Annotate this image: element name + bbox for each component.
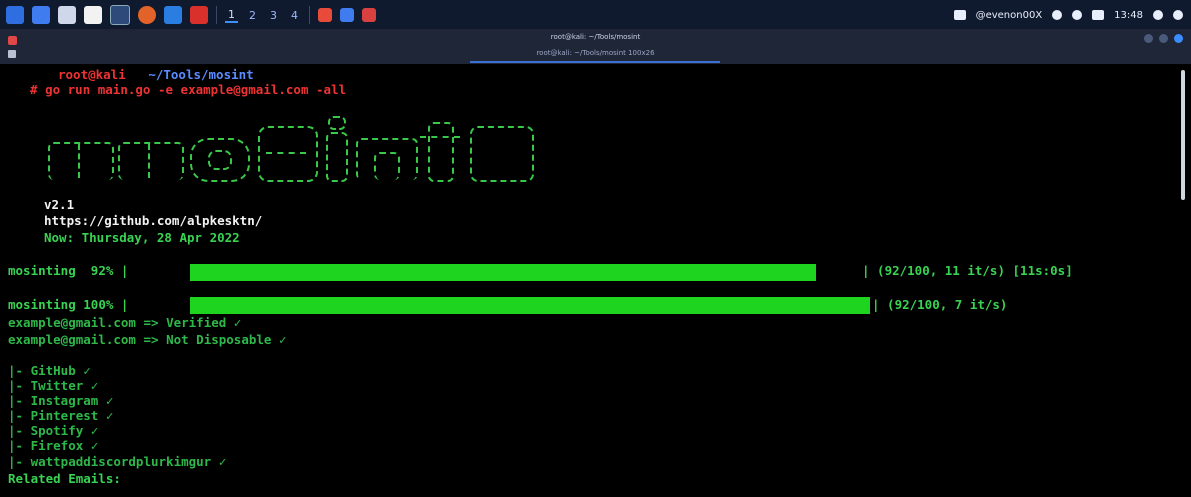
active-tab-indicator: [470, 61, 720, 63]
service-github: |- GitHub ✓: [8, 363, 91, 378]
files-launcher-icon[interactable]: [58, 6, 76, 24]
email-check-address: example@gmail.com: [8, 332, 136, 347]
battery-icon[interactable]: [1092, 10, 1105, 20]
minimize-button[interactable]: [1144, 34, 1153, 43]
prompt-user: root@kali: [58, 67, 126, 82]
service-firefox: |- Firefox ✓: [8, 438, 99, 453]
related-emails-heading: Related Emails:: [8, 471, 121, 486]
taskbar-launchers: 1 2 3 4: [6, 5, 376, 25]
top-taskbar: 1 2 3 4 @evenon00X 13:48: [0, 0, 1191, 30]
app-launcher-icon[interactable]: [110, 5, 130, 25]
date-text: Now: Thursday, 28 Apr 2022: [44, 230, 240, 245]
vscode-launcher-icon[interactable]: [164, 6, 182, 24]
red-app-launcher-icon[interactable]: [190, 6, 208, 24]
system-tray: @evenon00X 13:48: [953, 5, 1183, 25]
email-check-verified: example@gmail.com => Verified ✓: [8, 316, 241, 330]
logo-i: [326, 132, 348, 182]
github-link[interactable]: https://github.com/alpkesktn/: [44, 214, 262, 228]
email-arg: example@gmail.com: [180, 82, 309, 97]
document-launcher-icon[interactable]: [84, 6, 102, 24]
progress-1-percent: 92%: [90, 263, 114, 278]
progress-1-label: mosinting 92% |: [8, 263, 129, 278]
email-check-arrow: =>: [143, 315, 159, 330]
progress-2-name: mosinting: [8, 297, 76, 312]
volume-icon[interactable]: [1052, 10, 1063, 20]
terminal-launcher-icon[interactable]: [32, 6, 50, 24]
progress-2-stats: | (92/100, 7 it/s): [872, 297, 1008, 312]
logo-m-stem: [78, 144, 80, 178]
progress-2-percent: 100%: [83, 297, 114, 312]
email-check-status: Verified ✓: [166, 315, 242, 330]
running-terminal-icon[interactable]: [340, 8, 354, 22]
flag-all: -all: [316, 82, 347, 97]
logo-s: [258, 126, 318, 182]
workspace-1[interactable]: 1: [225, 8, 238, 23]
logo-m: [48, 142, 114, 180]
progress-2-label: mosinting 100% |: [8, 297, 129, 312]
firefox-launcher-icon[interactable]: [138, 6, 156, 24]
prompt-symbol: #: [30, 82, 38, 97]
display-icon[interactable]: [953, 10, 966, 20]
window-title: root@kali: ~/Tools/mosint: [550, 33, 641, 41]
maximize-button[interactable]: [1159, 34, 1168, 43]
window-controls: [1144, 34, 1183, 43]
running-app-icon-2[interactable]: [362, 8, 376, 22]
notification-bell-icon[interactable]: [1072, 10, 1083, 20]
clock[interactable]: 13:48: [1114, 10, 1143, 21]
tab-title[interactable]: root@kali: ~/Tools/mosint 100x26: [0, 49, 1191, 57]
user-label[interactable]: @evenon00X: [976, 10, 1043, 21]
logo-s-mid: [266, 152, 306, 154]
progress-1-stats: | (92/100, 11 it/s) [11s:0s]: [862, 263, 1073, 278]
prompt-path: ~/Tools/mosint: [148, 67, 254, 82]
service-spotify: |- Spotify ✓: [8, 423, 99, 438]
logo-m2: [118, 142, 184, 180]
email-check-disposable: example@gmail.com => Not Disposable ✓: [8, 333, 286, 347]
terminal-titlebar: root@kali: ~/Tools/mosint root@kali: ~/T…: [0, 30, 1191, 64]
logo-m2-stem: [148, 144, 150, 178]
kali-menu-icon[interactable]: [6, 6, 24, 24]
logo-n-inner: [374, 152, 400, 180]
terminal-scrollbar[interactable]: [1181, 70, 1185, 200]
workspace-4[interactable]: 4: [288, 9, 301, 22]
flag-e: -e: [157, 82, 174, 97]
command-line: # go run main.go -e example@gmail.com -a…: [30, 83, 346, 97]
logo-t2: [470, 126, 534, 182]
logo-o-inner: [208, 150, 232, 170]
running-app-icon[interactable]: [318, 8, 332, 22]
progress-1-name: mosinting: [8, 263, 76, 278]
logo-t: [428, 122, 454, 182]
taskbar-separator: [216, 6, 217, 24]
email-check-address: example@gmail.com: [8, 315, 136, 330]
close-button[interactable]: [1174, 34, 1183, 43]
email-check-status: Not Disposable ✓: [166, 332, 287, 347]
prompt-line: root@kali ~/Tools/mosint: [58, 68, 254, 82]
lock-icon[interactable]: [1153, 10, 1163, 20]
command-text: go run main.go: [45, 82, 151, 97]
logo-i-dot: [328, 116, 346, 130]
progress-2-bar: [190, 297, 870, 314]
email-check-arrow: =>: [143, 332, 159, 347]
service-instagram: |- Instagram ✓: [8, 393, 114, 408]
workspace-2[interactable]: 2: [246, 9, 259, 22]
service-twitter: |- Twitter ✓: [8, 378, 99, 393]
service-wattpad: |- wattpaddiscordplurkimgur ✓: [8, 454, 227, 469]
logo-t-bar: [420, 136, 460, 138]
terminal-body[interactable]: root@kali ~/Tools/mosint # go run main.g…: [0, 64, 1191, 497]
workspace-3[interactable]: 3: [267, 9, 280, 22]
power-icon[interactable]: [1173, 10, 1183, 20]
service-pinterest: |- Pinterest ✓: [8, 408, 114, 423]
taskbar-separator: [309, 6, 310, 24]
version-text: v2.1: [44, 197, 75, 212]
progress-1-bar: [190, 264, 816, 281]
